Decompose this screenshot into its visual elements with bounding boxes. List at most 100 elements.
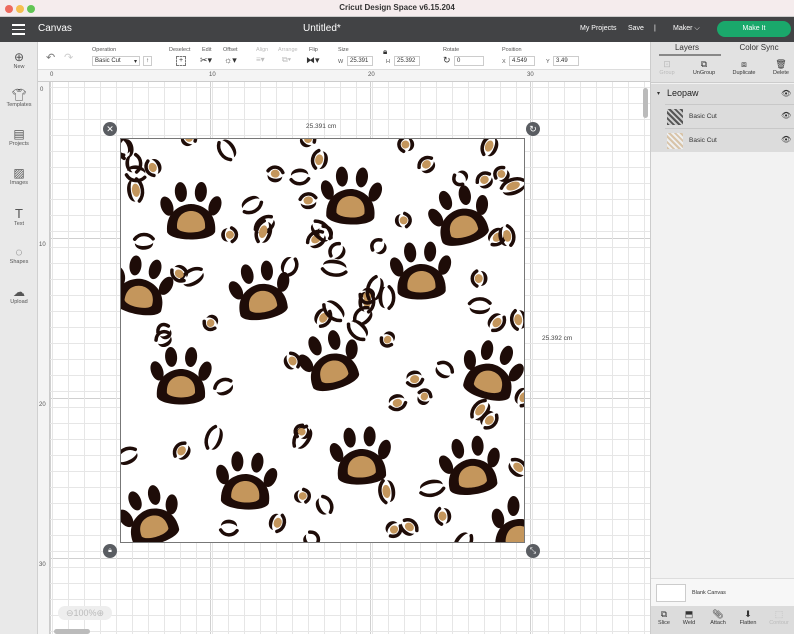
y-position-input[interactable]: 3.49	[553, 56, 579, 66]
sidebar-item-images[interactable]: ▨ Images	[0, 166, 38, 186]
paw-print	[228, 260, 290, 321]
eye-icon[interactable]: 👁︎	[781, 111, 791, 120]
layer-group-leopaw[interactable]: ▾ Leopaw 👁︎ Basic Cut 👁︎ Basic Cut 👁︎	[651, 84, 794, 152]
leopard-spot	[299, 139, 317, 148]
width-dimension: 25.391 cm	[306, 123, 337, 130]
attach-button[interactable]: 📎︎ Attach	[705, 609, 731, 626]
flatten-button[interactable]: ⬇ Flatten	[735, 609, 761, 626]
leopard-spot	[213, 377, 233, 396]
layer-name: Basic Cut	[689, 137, 717, 144]
machine-select[interactable]: Maker ⌵	[673, 25, 700, 33]
edit-label: Edit	[202, 47, 212, 53]
make-it-button[interactable]: Make It	[717, 21, 791, 37]
sidebar-item-upload[interactable]: ☁ Upload	[0, 285, 38, 305]
horizontal-scrollbar[interactable]	[54, 629, 90, 634]
rotate-label: Rotate	[443, 47, 460, 53]
sidebar-item-shapes[interactable]: ◌ Shapes	[0, 245, 38, 265]
leopard-spot	[452, 170, 469, 187]
sidebar-item-new[interactable]: ⊕ New	[0, 50, 38, 70]
deselect-icon[interactable]: +	[176, 56, 186, 66]
leopard-spot	[480, 139, 499, 157]
leopard-paw-pattern	[121, 139, 524, 542]
lock-ratio-icon[interactable]: 🔒︎	[383, 47, 387, 57]
blank-canvas-swatch	[656, 584, 686, 602]
left-ruler: 0 10 20 30	[38, 82, 50, 634]
undo-icon[interactable]: ↶	[46, 51, 55, 64]
height-label: H	[386, 59, 390, 65]
redo-icon[interactable]: ↷	[64, 51, 73, 64]
weld-button[interactable]: ⬒ Weld	[678, 609, 700, 626]
paw-print	[428, 185, 489, 246]
leopard-spot	[508, 457, 524, 477]
slice-icon: ⧉	[660, 609, 668, 619]
layer-name: Basic Cut	[689, 113, 717, 120]
layer-row[interactable]: Basic Cut 👁︎	[665, 128, 794, 152]
x-position-input[interactable]: 4.549	[509, 56, 535, 66]
eye-icon[interactable]: 👁︎	[781, 135, 791, 144]
offset-icon[interactable]: ☼▾	[224, 55, 237, 66]
slice-button[interactable]: ⧉ Slice	[653, 609, 675, 626]
rotate-handle-icon[interactable]: ↻	[526, 122, 540, 136]
menu-icon[interactable]	[12, 24, 25, 35]
section-title: Canvas	[38, 23, 72, 34]
duplicate-icon: ⧈	[741, 59, 747, 69]
operation-select[interactable]: Basic Cut ▾	[92, 56, 140, 66]
align-icon[interactable]: ≡▾	[256, 55, 265, 64]
leopard-spot	[379, 331, 395, 348]
leopard-spot	[370, 238, 387, 255]
tab-layers[interactable]: Layers	[651, 43, 723, 53]
blank-canvas-row[interactable]: Blank Canvas	[651, 578, 794, 606]
ungroup-button[interactable]: ⧉ UnGroup	[688, 59, 720, 76]
edit-icon[interactable]: ✂▾	[200, 55, 212, 66]
leopard-spot	[283, 351, 302, 370]
paw-print	[389, 241, 452, 300]
leopard-spot	[294, 487, 311, 504]
zoom-control[interactable]: ⊖100%⊕	[58, 606, 112, 620]
leopard-spot	[378, 479, 396, 505]
collapse-caret-icon[interactable]: ▾	[657, 90, 660, 97]
flatten-icon: ⬇	[744, 609, 752, 619]
sidebar-item-templates[interactable]: 👕︎ Templates	[0, 88, 38, 108]
sidebar-label: Upload	[10, 299, 28, 305]
sidebar-item-text[interactable]: T Text	[0, 206, 38, 227]
leopard-spot	[132, 232, 155, 250]
leopard-spot	[514, 387, 524, 408]
resize-handle-icon[interactable]: ⤡	[526, 544, 540, 558]
zoom-in-icon[interactable]: ⊕	[97, 608, 105, 618]
bottom-actions: ⧉ Slice ⬒ Weld 📎︎ Attach ⬇ Flatten ⬚ Contour	[651, 606, 794, 634]
leopard-spot	[266, 165, 285, 183]
leopard-spot	[218, 519, 239, 537]
eye-icon[interactable]: 👁︎	[781, 89, 791, 98]
my-projects-link[interactable]: My Projects	[580, 25, 617, 32]
paw-print	[463, 340, 524, 401]
contour-button[interactable]: ⬚ Contour	[765, 609, 793, 626]
sidebar-item-projects[interactable]: ▤ Projects	[0, 127, 38, 147]
delete-handle-icon[interactable]: ✕	[103, 122, 117, 136]
deselect-button[interactable]: Deselect	[169, 47, 190, 53]
document-title[interactable]: Untitled*	[303, 23, 341, 34]
lock-handle-icon[interactable]: 🔒︎	[103, 544, 117, 558]
group-button[interactable]: ⊡ Group	[653, 59, 681, 76]
align-label: Align	[256, 47, 269, 53]
title-bar: Cricut Design Space v6.15.204	[0, 0, 794, 17]
sidebar-label: Shapes	[9, 259, 29, 265]
leopard-spot	[204, 424, 223, 450]
operation-value: Basic Cut	[95, 58, 121, 64]
vertical-scrollbar[interactable]	[643, 88, 648, 118]
rotate-input[interactable]: 0	[454, 56, 484, 66]
edit-toolbar: ↶ ↷ Operation Basic Cut ▾ ↑ Deselect + Ed…	[38, 42, 650, 70]
selected-design[interactable]	[120, 138, 525, 543]
tab-color-sync[interactable]: Color Sync	[723, 43, 794, 53]
arrange-icon[interactable]: ⧉▾	[282, 55, 291, 65]
operation-info-button[interactable]: ↑	[143, 56, 152, 66]
layer-row[interactable]: Basic Cut 👁︎	[665, 104, 794, 128]
duplicate-button[interactable]: ⧈ Duplicate	[728, 59, 760, 76]
width-input[interactable]: 25.391	[347, 56, 373, 66]
leopard-spot	[202, 314, 219, 332]
shapes-icon: ◌	[15, 245, 23, 259]
height-input[interactable]: 25.392	[394, 56, 420, 66]
flip-icon[interactable]: ⧓▾	[306, 55, 320, 66]
leopard-spot	[397, 139, 415, 154]
delete-button[interactable]: 🗑︎ Delete	[767, 59, 794, 76]
save-button[interactable]: Save	[628, 25, 644, 32]
